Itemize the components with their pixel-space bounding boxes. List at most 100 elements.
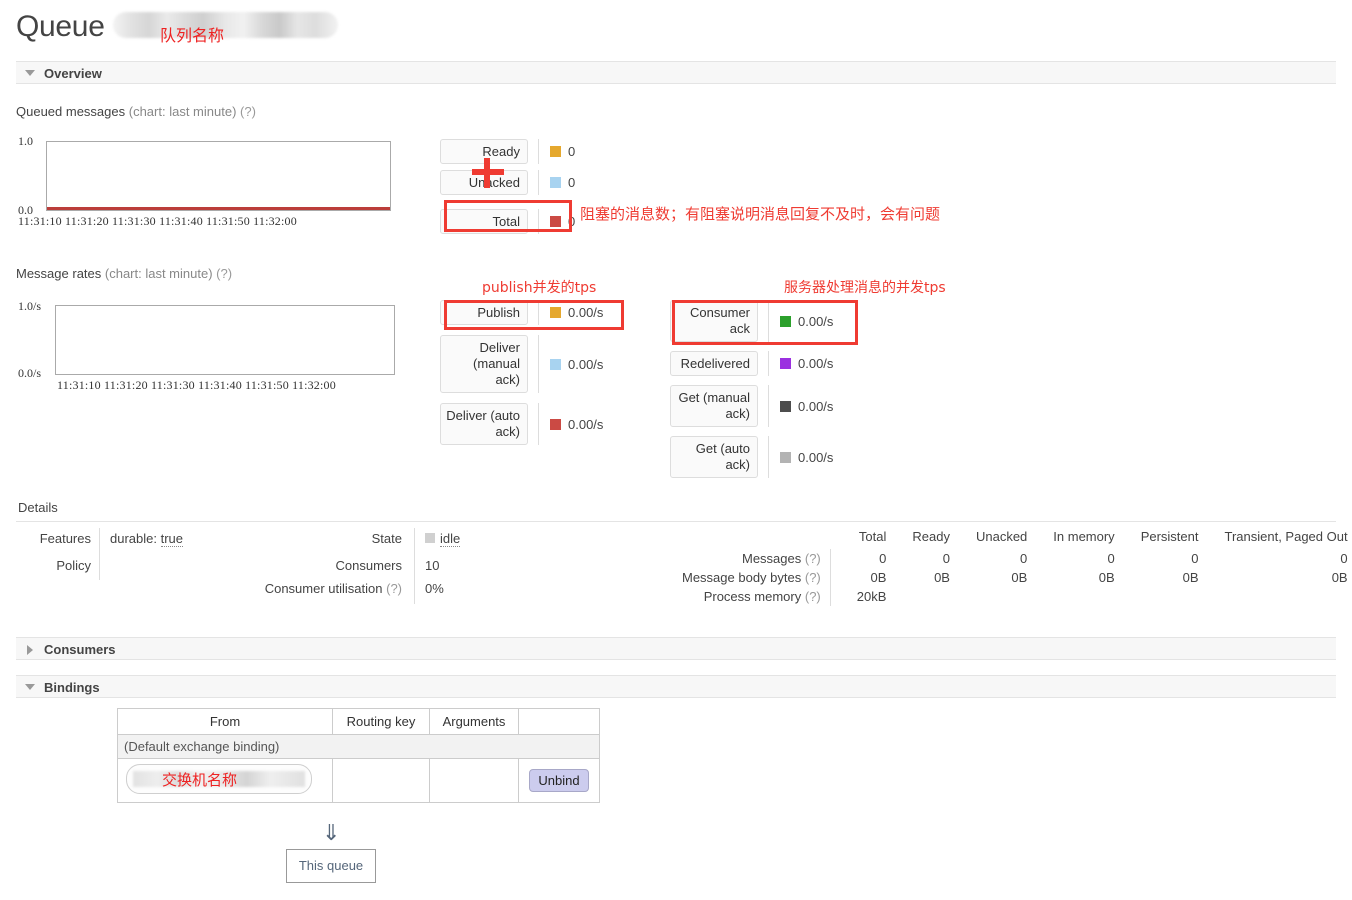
message-rates-legend-left: Publish 0.00/s Deliver (manual ack) 0.00… <box>440 300 603 445</box>
section-header-overview-label: Overview <box>44 66 102 81</box>
stats-cell: 0 <box>1191 551 1199 566</box>
legend-label-deliver-manual-ack[interactable]: Deliver (manual ack) <box>440 335 528 393</box>
queued-chart-ymax: 1.0 <box>18 134 33 148</box>
message-rates-caption: Message rates (chart: last minute) (?) <box>16 266 232 281</box>
swatch-deliver-auto-ack-icon <box>550 418 561 430</box>
swatch-publish-icon <box>550 307 561 318</box>
bindings-header-from: From <box>117 708 333 735</box>
bindings-table: From Routing key Arguments (Default exch… <box>117 708 600 803</box>
legend-value-publish: 0.00/s <box>568 305 604 320</box>
exchange-name-redacted[interactable]: 交换机名称 <box>126 764 312 794</box>
table-row: 交换机名称 Unbind <box>117 758 600 803</box>
stats-cell <box>1115 587 1199 606</box>
stats-cell: 0B <box>1098 570 1115 585</box>
swatch-deliver-manual-ack-icon <box>550 358 561 370</box>
stats-cell: 0B <box>1182 570 1199 585</box>
section-header-bindings-label: Bindings <box>44 680 100 695</box>
stats-process-memory-help-icon[interactable]: (?) <box>805 589 821 604</box>
stats-header-in-memory: In memory <box>1053 529 1115 544</box>
legend-label-consumer-ack[interactable]: Consumer ack <box>670 300 758 342</box>
stats-cell <box>886 587 950 606</box>
section-header-consumers[interactable]: Consumers <box>16 637 1336 660</box>
details-label-consumers: Consumers <box>335 558 402 573</box>
legend-row-consumer-ack: Consumer ack 0.00/s <box>670 300 833 342</box>
stats-cell: 0 <box>879 551 887 566</box>
bindings-header-arguments: Arguments <box>429 708 519 735</box>
legend-label-total[interactable]: Total <box>440 209 528 234</box>
bindings-default-exchange-label: (Default exchange binding) <box>117 734 600 759</box>
legend-label-get-manual-ack[interactable]: Get (manual ack) <box>670 385 758 427</box>
swatch-get-manual-ack-icon <box>780 400 791 412</box>
table-row: Message body bytes (?) 0B 0B 0B 0B 0B 0B <box>682 568 1348 587</box>
stats-row-body-bytes-text: Message body bytes <box>682 570 802 585</box>
swatch-consumer-ack-icon <box>780 315 791 327</box>
legend-row-get-manual-ack: Get (manual ack) 0.00/s <box>670 385 833 427</box>
annotation-consumer-tps: 服务器处理消息的并发tps <box>784 280 946 296</box>
stats-messages-help-icon[interactable]: (?) <box>805 551 821 566</box>
legend-value-deliver-auto-ack: 0.00/s <box>568 416 604 432</box>
legend-value-consumer-ack: 0.00/s <box>798 313 834 329</box>
bindings-cell-arguments <box>429 758 519 803</box>
annotation-publish-tps: publish并发的tps <box>482 280 597 296</box>
details-label-features: Features <box>39 531 91 546</box>
stats-header-unacked: Unacked <box>975 529 1028 544</box>
legend-row-unacked: Unacked 0 <box>440 170 575 195</box>
details-state-text[interactable]: idle <box>440 531 461 547</box>
stats-row-label-message-body-bytes: Message body bytes (?) <box>682 568 831 587</box>
details-divider <box>99 528 100 580</box>
stats-cell: 20kB <box>856 589 887 604</box>
stats-header-blank <box>682 529 830 549</box>
stats-cell: 0B <box>1011 570 1028 585</box>
message-rates-caption-main: Message rates <box>16 266 102 281</box>
details-utilisation-help-icon[interactable]: (?) <box>386 581 402 596</box>
details-label-state: State <box>371 531 402 546</box>
queued-messages-chart <box>46 141 391 211</box>
legend-value-ready-wrap: 0 <box>539 139 575 164</box>
rates-chart-ymax: 1.0/s <box>18 299 42 313</box>
exchange-name-annotation: 交换机名称 <box>162 771 238 789</box>
swatch-get-auto-ack-icon <box>780 451 791 463</box>
legend-row-deliver-auto-ack: Deliver (auto ack) 0.00/s <box>440 403 603 445</box>
red-cross-mark-icon <box>472 158 504 188</box>
details-durable-value[interactable]: true <box>160 531 184 547</box>
bindings-default-row: (Default exchange binding) <box>117 734 600 759</box>
section-header-overview[interactable]: Overview <box>16 61 1336 84</box>
swatch-redelivered-icon <box>780 358 791 369</box>
stats-header-persistent: Persistent <box>1140 529 1199 544</box>
legend-value-deliver-auto-wrap: 0.00/s <box>539 403 603 445</box>
details-value-consumer-utilisation: 0% <box>425 581 444 596</box>
details-value-state: idle <box>425 531 461 547</box>
queued-messages-caption-main: Queued messages <box>16 104 126 119</box>
queued-messages-caption-muted: (chart: last minute) <box>128 104 237 119</box>
message-rates-legend-right: Consumer ack 0.00/s Redelivered 0.00/s G… <box>670 300 833 478</box>
stats-cell: 0 <box>1340 551 1348 566</box>
legend-value-unacked-wrap: 0 <box>539 170 575 195</box>
legend-label-publish[interactable]: Publish <box>440 300 528 325</box>
bindings-header-routing-key: Routing key <box>332 708 430 735</box>
message-rates-help-icon[interactable]: (?) <box>216 266 232 281</box>
stats-cell <box>1199 587 1348 606</box>
message-rates-chart <box>55 305 395 375</box>
stats-cell: 0 <box>1020 551 1028 566</box>
unbind-button[interactable]: Unbind <box>529 769 589 792</box>
table-row: Messages (?) 0 0 0 0 0 0 <box>682 549 1348 568</box>
legend-label-redelivered[interactable]: Redelivered <box>670 351 758 376</box>
legend-label-get-auto-ack[interactable]: Get (auto ack) <box>670 436 758 478</box>
page-title-text: Queue <box>16 10 105 43</box>
stats-cell <box>1027 587 1114 606</box>
details-durable-prefix: durable: <box>110 531 157 546</box>
stats-row-messages-text: Messages <box>741 551 802 566</box>
queue-name-annotation: 队列名称 <box>160 26 225 45</box>
legend-value-unacked: 0 <box>568 175 576 190</box>
message-rates-caption-muted: (chart: last minute) <box>104 266 213 281</box>
stats-body-bytes-help-icon[interactable]: (?) <box>805 570 821 585</box>
queued-messages-help-icon[interactable]: (?) <box>240 104 256 119</box>
stats-cell: 0B <box>1331 570 1348 585</box>
legend-row-total: Total 0 <box>440 209 575 234</box>
queued-messages-caption: Queued messages (chart: last minute) (?) <box>16 104 256 119</box>
legend-label-deliver-auto-ack[interactable]: Deliver (auto ack) <box>440 403 528 445</box>
section-header-bindings[interactable]: Bindings <box>16 675 1336 698</box>
swatch-ready-icon <box>550 146 561 157</box>
legend-value-publish-wrap: 0.00/s <box>539 300 603 325</box>
stats-row-label-messages: Messages (?) <box>682 549 831 568</box>
